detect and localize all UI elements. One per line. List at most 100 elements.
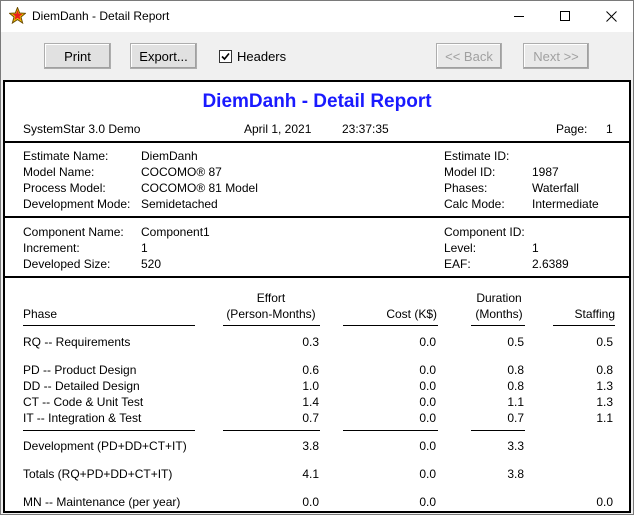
model-name-value: COCOMO® 87	[141, 165, 222, 179]
staffing-cell: 1.3	[596, 395, 613, 409]
calc-mode-value: Intermediate	[532, 197, 599, 211]
report-page: DiemDanh - Detail Report SystemStar 3.0 …	[3, 80, 631, 513]
estimate-name-value: DiemDanh	[141, 149, 198, 163]
duration-cell: 0.7	[507, 411, 524, 425]
phase-cell: IT -- Integration & Test	[23, 411, 142, 425]
effort-cell: 1.0	[302, 379, 319, 393]
effort-cell: 0.3	[302, 335, 319, 349]
effort-cell: 4.1	[302, 467, 319, 481]
col-header-duration-top: Duration	[476, 291, 522, 305]
duration-cell: 1.1	[507, 395, 524, 409]
phase-cell: Development (PD+DD+CT+IT)	[23, 439, 187, 453]
level-value: 1	[532, 241, 539, 255]
header-underline	[223, 325, 320, 326]
separator	[5, 276, 629, 278]
model-id-value: 1987	[532, 165, 559, 179]
phases-value: Waterfall	[532, 181, 579, 195]
header-underline	[553, 325, 615, 326]
model-id-label: Model ID:	[444, 165, 496, 179]
report-title: DiemDanh - Detail Report	[202, 91, 432, 112]
close-button[interactable]	[588, 1, 634, 32]
phase-cell: CT -- Code & Unit Test	[23, 395, 144, 409]
cost-cell: 0.0	[419, 495, 436, 509]
duration-cell: 3.8	[507, 467, 524, 481]
cost-cell: 0.0	[419, 439, 436, 453]
estimate-id-label: Estimate ID:	[444, 149, 510, 163]
star-icon	[9, 7, 26, 24]
col-header-phase: Phase	[23, 307, 58, 321]
component-id-label: Component ID:	[444, 225, 525, 239]
next-button[interactable]: Next >>	[523, 43, 589, 69]
effort-cell: 0.0	[302, 495, 319, 509]
export-button[interactable]: Export...	[130, 43, 197, 69]
phase-cell: DD -- Detailed Design	[23, 379, 140, 393]
maximize-icon	[559, 11, 570, 21]
maximize-button[interactable]	[542, 1, 588, 32]
effort-cell: 3.8	[302, 439, 319, 453]
headers-checkbox-box[interactable]	[219, 50, 232, 63]
cost-cell: 0.0	[419, 363, 436, 377]
estimate-name-label: Estimate Name:	[23, 149, 109, 163]
duration-cell: 0.8	[507, 363, 524, 377]
page-number: 1	[606, 122, 613, 136]
phase-cell: MN -- Maintenance (per year)	[23, 495, 181, 509]
subtotal-underline	[471, 430, 525, 431]
increment-label: Increment:	[23, 241, 80, 255]
minimize-icon	[513, 16, 524, 17]
cost-cell: 0.0	[419, 395, 436, 409]
back-button[interactable]: << Back	[436, 43, 502, 69]
phase-cell: Totals (RQ+PD+DD+CT+IT)	[23, 467, 173, 481]
staffing-cell: 0.5	[596, 335, 613, 349]
component-name-label: Component Name:	[23, 225, 124, 239]
calc-mode-label: Calc Mode:	[444, 197, 505, 211]
header-underline	[343, 325, 438, 326]
component-name-value: Component1	[141, 225, 210, 239]
headers-checkbox-label[interactable]: Headers	[237, 49, 286, 64]
report-date: April 1, 2021	[244, 122, 312, 136]
minimize-button[interactable]	[496, 1, 542, 32]
effort-cell: 0.6	[302, 363, 319, 377]
subtotal-underline	[223, 430, 320, 431]
col-header-effort-top: Effort	[256, 291, 286, 305]
print-button[interactable]: Print	[44, 43, 111, 69]
eaf-value: 2.6389	[532, 257, 569, 271]
effort-cell: 1.4	[302, 395, 319, 409]
duration-cell: 0.8	[507, 379, 524, 393]
developed-size-label: Developed Size:	[23, 257, 111, 271]
col-header-cost: Cost (K$)	[386, 307, 437, 321]
title-bar[interactable]: DiemDanh - Detail Report	[1, 1, 633, 32]
cost-cell: 0.0	[419, 411, 436, 425]
staffing-cell: 1.3	[596, 379, 613, 393]
headers-checkbox[interactable]: Headers	[219, 49, 286, 64]
development-mode-value: Semidetached	[141, 197, 218, 211]
report-window: DiemDanh - Detail Report Print Export...…	[0, 0, 634, 515]
separator	[5, 141, 629, 143]
phase-cell: PD -- Product Design	[23, 363, 137, 377]
report-time: 23:37:35	[342, 122, 389, 136]
cost-cell: 0.0	[419, 379, 436, 393]
check-icon	[221, 52, 230, 61]
col-header-staffing: Staffing	[574, 307, 615, 321]
product-name: SystemStar 3.0 Demo	[23, 122, 141, 136]
effort-cell: 0.7	[302, 411, 319, 425]
staffing-cell: 1.1	[596, 411, 613, 425]
development-mode-label: Development Mode:	[23, 197, 131, 211]
level-label: Level:	[444, 241, 477, 255]
staffing-cell: 0.8	[596, 363, 613, 377]
staffing-cell: 0.0	[596, 495, 613, 509]
subtotal-underline	[23, 430, 195, 431]
phases-label: Phases:	[444, 181, 488, 195]
developed-size-value: 520	[141, 257, 162, 271]
window-title: DiemDanh - Detail Report	[32, 9, 170, 23]
process-model-value: COCOMO® 81 Model	[141, 181, 258, 195]
subtotal-underline	[343, 430, 438, 431]
phase-cell: RQ -- Requirements	[23, 335, 131, 349]
col-header-duration-bottom: (Months)	[475, 307, 523, 321]
header-underline	[471, 325, 525, 326]
duration-cell: 3.3	[507, 439, 524, 453]
eaf-label: EAF:	[444, 257, 471, 271]
process-model-label: Process Model:	[23, 181, 106, 195]
duration-cell: 0.5	[507, 335, 524, 349]
model-name-label: Model Name:	[23, 165, 95, 179]
col-header-effort-bottom: (Person-Months)	[226, 307, 316, 321]
